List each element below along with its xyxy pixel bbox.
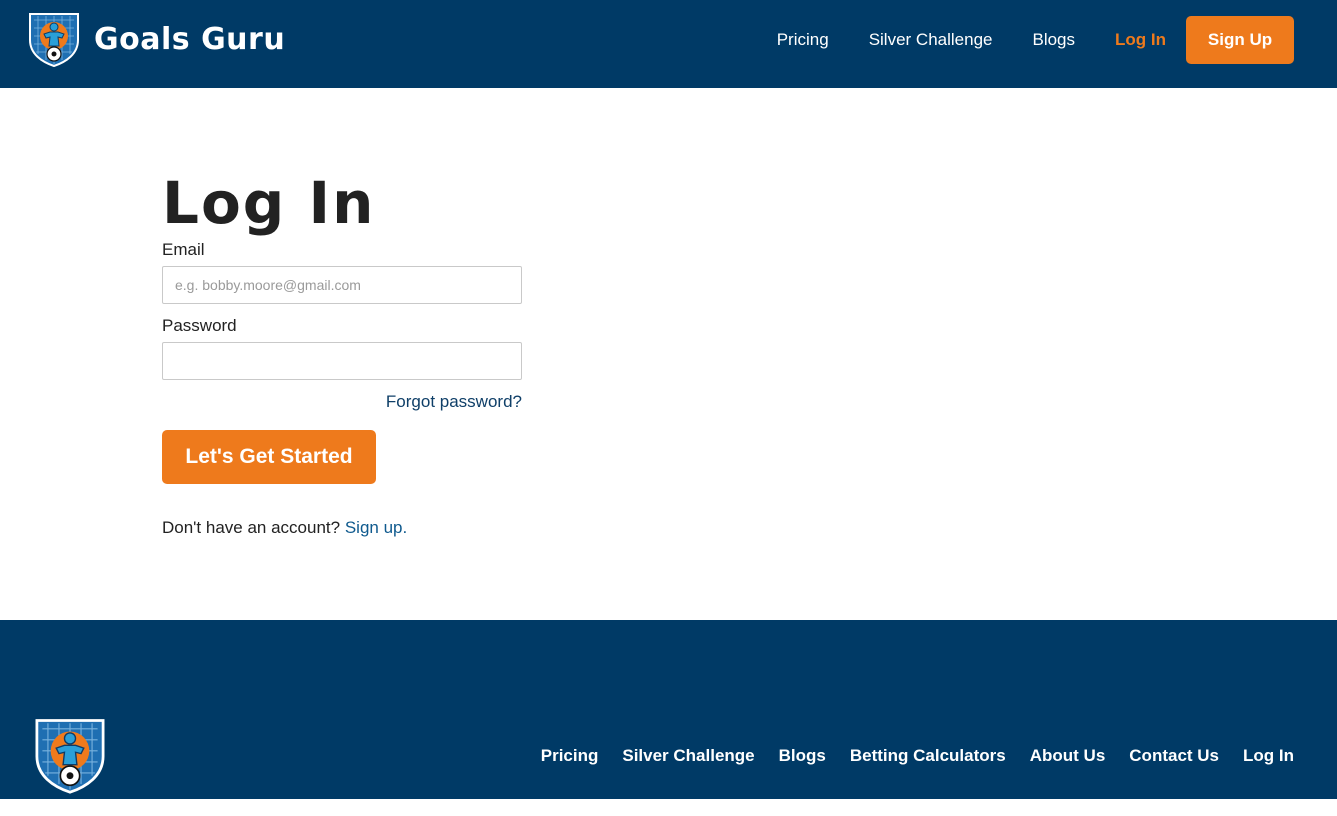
footer-betting-calculators-link[interactable]: Betting Calculators	[850, 746, 1006, 766]
nav-login-link[interactable]: Log In	[1115, 30, 1166, 50]
shield-goalkeeper-logo-icon	[29, 13, 79, 68]
footer-pricing-link[interactable]: Pricing	[541, 746, 599, 766]
brand-home-link[interactable]: Goals Guru	[26, 10, 285, 68]
password-label: Password	[162, 316, 237, 335]
footer-blogs-link[interactable]: Blogs	[779, 746, 826, 766]
footer-contact-us-link[interactable]: Contact Us	[1129, 746, 1219, 766]
footer-nav: Pricing Silver Challenge Blogs Betting C…	[541, 746, 1294, 766]
login-section: Log In Email Password Forgot password? L…	[162, 170, 522, 538]
email-label: Email	[162, 240, 205, 259]
footer-login-link[interactable]: Log In	[1243, 746, 1294, 766]
site-footer: Pricing Silver Challenge Blogs Betting C…	[0, 620, 1337, 799]
header-nav: Pricing Silver Challenge Blogs Log In Si…	[777, 16, 1294, 64]
nav-silver-challenge-link[interactable]: Silver Challenge	[869, 30, 993, 50]
forgot-password-link[interactable]: Forgot password?	[162, 392, 522, 412]
nav-pricing-link[interactable]: Pricing	[777, 30, 829, 50]
nav-signup-button[interactable]: Sign Up	[1186, 16, 1294, 64]
footer-silver-challenge-link[interactable]: Silver Challenge	[622, 746, 754, 766]
site-header: Goals Guru Pricing Silver Challenge Blog…	[0, 0, 1337, 88]
submit-login-button[interactable]: Let's Get Started	[162, 430, 376, 484]
signup-prompt: Don't have an account? Sign up.	[162, 518, 522, 538]
no-account-text: Don't have an account?	[162, 518, 341, 537]
brand-name: Goals Guru	[94, 21, 286, 57]
password-field[interactable]	[162, 342, 522, 380]
page-title: Log In	[162, 169, 376, 237]
footer-about-us-link[interactable]: About Us	[1030, 746, 1106, 766]
nav-blogs-link[interactable]: Blogs	[1032, 30, 1075, 50]
email-field[interactable]	[162, 266, 522, 304]
signup-link[interactable]: Sign up.	[345, 518, 407, 537]
shield-goalkeeper-logo-icon[interactable]	[31, 715, 109, 795]
